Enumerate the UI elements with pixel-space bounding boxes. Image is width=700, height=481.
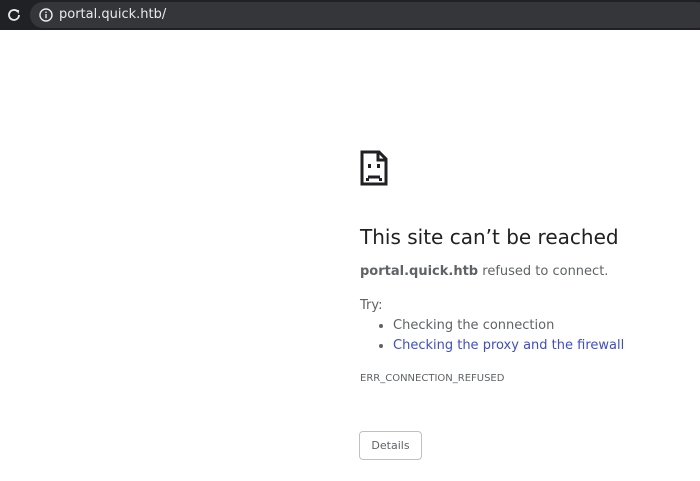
error-host: portal.quick.htb: [360, 264, 479, 279]
address-bar[interactable]: portal.quick.htb/: [30, 2, 700, 28]
suggestion-check-connection: Checking the connection: [393, 318, 555, 333]
browser-toolbar: portal.quick.htb/: [0, 0, 700, 30]
list-item: Checking the connection: [393, 316, 624, 336]
error-description: portal.quick.htb refused to connect.: [360, 263, 608, 281]
page-title: This site can’t be reached: [360, 225, 619, 249]
url-text[interactable]: portal.quick.htb/: [59, 6, 166, 24]
error-code: ERR_CONNECTION_REFUSED: [360, 373, 505, 384]
info-icon[interactable]: [38, 7, 54, 23]
error-message: refused to connect.: [478, 264, 609, 279]
reload-icon[interactable]: [4, 5, 24, 25]
details-button[interactable]: Details: [359, 431, 422, 460]
sad-page-icon: [360, 150, 388, 186]
suggestion-proxy-firewall-link[interactable]: Checking the proxy and the firewall: [393, 338, 624, 353]
try-label: Try:: [360, 298, 383, 313]
list-item: Checking the proxy and the firewall: [393, 336, 624, 356]
suggestions-list: Checking the connection Checking the pro…: [360, 316, 624, 356]
